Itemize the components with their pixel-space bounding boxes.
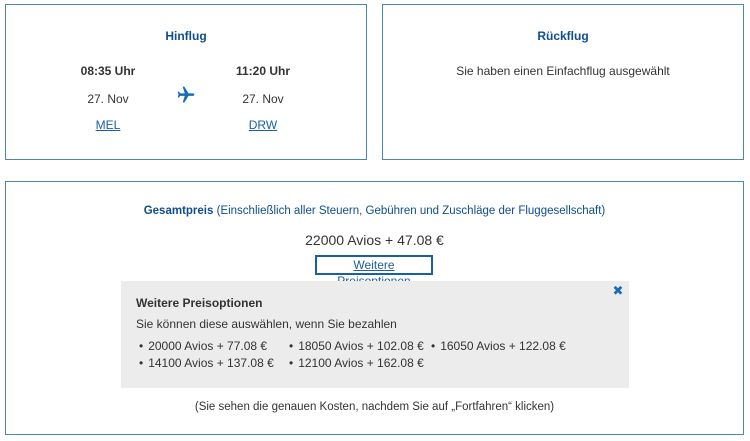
total-price-label: Gesamtpreis (143, 205, 214, 217)
airplane-icon (177, 86, 195, 103)
total-price-note: (Einschließlich aller Steuern, Gebühren … (216, 205, 606, 217)
price-options-subtitle: Sie können diese auswählen, wenn Sie bez… (136, 317, 397, 331)
price-option-item: 14100 Avios + 137.08 € (139, 356, 274, 370)
total-price-card: Gesamtpreis (Einschließlich aller Steuer… (5, 181, 744, 435)
close-icon[interactable]: ✖ (612, 283, 624, 299)
departure-date: 27. Nov (87, 92, 129, 106)
price-options-panel: ✖ Weitere Preisoptionen Sie können diese… (121, 281, 629, 388)
departure-airport-link[interactable]: MEL (63, 118, 153, 132)
departure-time: 08:35 Uhr (80, 64, 136, 78)
arrival-airport-link[interactable]: DRW (218, 118, 308, 132)
price-option-item: 12100 Avios + 162.08 € (289, 356, 424, 370)
more-price-options-button[interactable]: Weitere Preisoptionen (315, 255, 433, 288)
one-way-message: Sie haben einen Einfachflug ausgewählt (456, 64, 670, 78)
price-options-title: Weitere Preisoptionen (136, 296, 263, 310)
return-flight-card: Rückflug Sie haben einen Einfachflug aus… (382, 4, 744, 160)
total-price-amount: 22000 Avios + 47.08 € (305, 232, 444, 248)
continue-cost-note: (Sie sehen die genauen Kosten, nachdem S… (194, 401, 555, 413)
outbound-title: Hinflug (165, 29, 207, 43)
return-title: Rückflug (537, 29, 589, 43)
price-option-item: 16050 Avios + 122.08 € (431, 339, 566, 353)
arrival-time: 11:20 Uhr (235, 64, 291, 78)
outbound-flight-card: Hinflug 08:35 Uhr 27. Nov MEL 11:20 Uhr … (5, 4, 367, 160)
price-option-item: 18050 Avios + 102.08 € (289, 339, 424, 353)
arrival-column: 11:20 Uhr 27. Nov DRW (218, 64, 308, 132)
departure-column: 08:35 Uhr 27. Nov MEL (63, 64, 153, 132)
arrival-date: 27. Nov (242, 92, 284, 106)
total-price-heading: Gesamtpreis (Einschließlich aller Steuer… (6, 205, 743, 217)
price-option-item: 20000 Avios + 77.08 € (139, 339, 267, 353)
